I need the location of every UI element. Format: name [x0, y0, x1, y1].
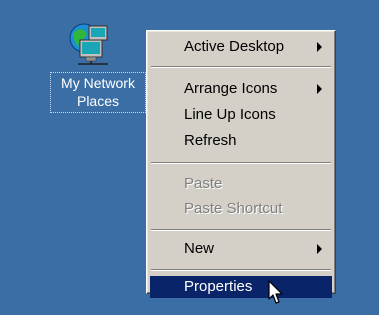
menu-separator	[151, 269, 331, 271]
desktop-context-menu: Active Desktop Arrange Icons Line Up Ico…	[146, 30, 336, 298]
menu-item-arrange-icons[interactable]: Arrange Icons	[150, 77, 332, 101]
menu-item-label: Arrange Icons	[184, 80, 278, 97]
menu-item-label: Paste	[184, 175, 223, 192]
menu-item-label: Properties	[184, 278, 253, 295]
menu-item-refresh[interactable]: Refresh	[150, 129, 332, 153]
desktop-icon-label: My Network Places	[50, 72, 146, 113]
menu-item-label: Line Up Icons	[184, 106, 276, 123]
menu-separator	[151, 229, 331, 231]
menu-item-label: New	[184, 240, 215, 257]
menu-item-properties[interactable]: Properties	[150, 276, 332, 298]
menu-separator	[151, 162, 331, 164]
desktop-icon-my-network-places[interactable]: My Network Places	[46, 18, 146, 128]
submenu-arrow-icon	[317, 84, 322, 94]
menu-item-new[interactable]: New	[150, 237, 332, 261]
menu-item-label: Active Desktop	[184, 38, 285, 55]
desktop-icon-label-line2: Places	[76, 93, 120, 109]
network-places-icon[interactable]	[64, 18, 114, 68]
desktop[interactable]: My Network Places Active Desktop Arrange…	[0, 0, 379, 315]
submenu-arrow-icon	[317, 42, 322, 52]
menu-item-line-up-icons[interactable]: Line Up Icons	[150, 103, 332, 127]
menu-separator	[151, 66, 331, 68]
submenu-arrow-icon	[317, 244, 322, 254]
menu-item-label: Refresh	[184, 132, 237, 149]
arrow-cursor-icon	[268, 280, 286, 306]
desktop-icon-label-line1: My Network	[61, 75, 135, 91]
menu-item-active-desktop[interactable]: Active Desktop	[150, 35, 332, 59]
menu-item-paste-shortcut: Paste Shortcut	[150, 197, 332, 221]
menu-item-label: Paste Shortcut	[184, 200, 283, 217]
menu-item-paste: Paste	[150, 172, 332, 196]
